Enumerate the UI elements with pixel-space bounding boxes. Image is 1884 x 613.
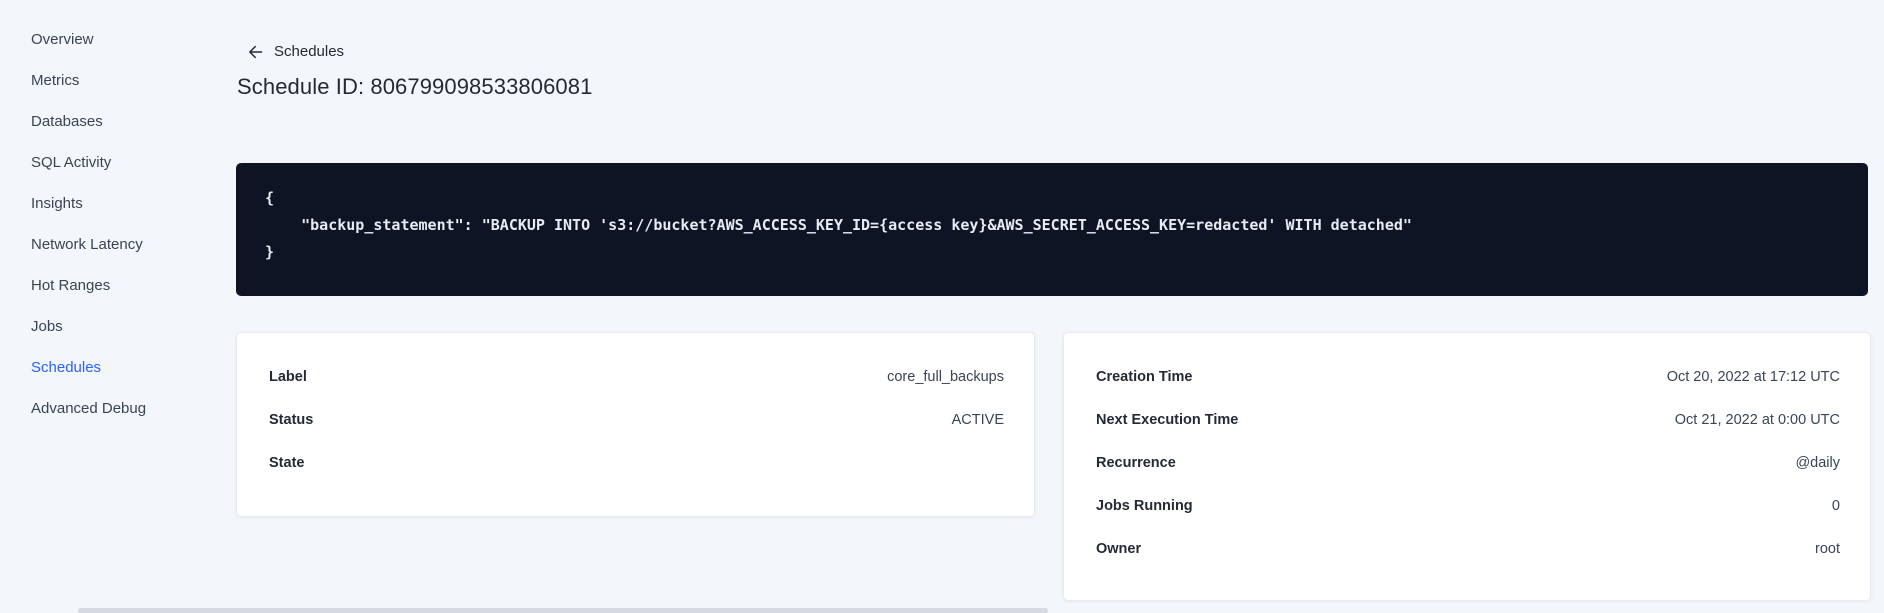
detail-row-label: Label core_full_backups [269, 366, 1004, 389]
code-line: { [265, 189, 275, 207]
detail-label: Recurrence [1096, 455, 1176, 471]
code-line: "backup_statement": "BACKUP INTO 's3://b… [265, 216, 1412, 234]
detail-label: Creation Time [1096, 369, 1193, 385]
detail-row-next-execution-time: Next Execution Time Oct 21, 2022 at 0:00… [1096, 409, 1840, 432]
detail-label: Status [269, 412, 314, 428]
detail-value: Oct 20, 2022 at 17:12 UTC [1666, 369, 1840, 385]
detail-row-recurrence: Recurrence @daily [1096, 452, 1840, 475]
sidebar-item-hot-ranges[interactable]: Hot Ranges [31, 275, 110, 297]
sidebar-item-insights[interactable]: Insights [31, 193, 83, 215]
detail-label: Jobs Running [1096, 498, 1193, 514]
detail-value: @daily [1795, 455, 1840, 471]
schedule-summary-card: Label core_full_backups Status ACTIVE St… [236, 332, 1035, 517]
detail-value: 0 [1831, 498, 1840, 514]
schedule-timing-card: Creation Time Oct 20, 2022 at 17:12 UTC … [1063, 332, 1871, 601]
sidebar-item-network-latency[interactable]: Network Latency [31, 234, 143, 256]
sidebar-item-metrics[interactable]: Metrics [31, 70, 79, 92]
arrow-left-icon [247, 44, 263, 60]
detail-row-state: State [269, 452, 1004, 475]
detail-row-status: Status ACTIVE [269, 409, 1004, 432]
detail-label: State [269, 455, 305, 471]
detail-value: Oct 21, 2022 at 0:00 UTC [1674, 412, 1840, 428]
detail-label: Owner [1096, 541, 1142, 557]
sidebar-item-overview[interactable]: Overview [31, 29, 94, 51]
code-line: } [265, 243, 275, 261]
backup-statement-code-block: { "backup_statement": "BACKUP INTO 's3:/… [236, 163, 1868, 296]
sidebar-item-databases[interactable]: Databases [31, 111, 103, 133]
sidebar-nav: Overview Metrics Databases SQL Activity … [0, 0, 236, 613]
detail-row-owner: Owner root [1096, 538, 1840, 561]
sidebar-item-sql-activity[interactable]: SQL Activity [31, 152, 111, 174]
sidebar-item-advanced-debug[interactable]: Advanced Debug [31, 398, 146, 420]
page-title: Schedule ID: 806799098533806081 [237, 74, 593, 99]
sidebar-item-jobs[interactable]: Jobs [31, 316, 63, 338]
detail-row-jobs-running: Jobs Running 0 [1096, 495, 1840, 518]
back-link-label: Schedules [274, 43, 345, 60]
detail-label: Next Execution Time [1096, 412, 1239, 428]
detail-value: ACTIVE [951, 412, 1004, 428]
back-to-schedules-link[interactable]: Schedules [247, 43, 344, 60]
sidebar-item-schedules[interactable]: Schedules [31, 357, 101, 379]
detail-value: core_full_backups [887, 369, 1004, 385]
detail-row-creation-time: Creation Time Oct 20, 2022 at 17:12 UTC [1096, 366, 1840, 389]
horizontal-scrollbar[interactable] [78, 608, 1048, 613]
schedule-details-page: Overview Metrics Databases SQL Activity … [0, 0, 1884, 613]
detail-label: Label [269, 369, 307, 385]
detail-value: root [1815, 541, 1840, 557]
